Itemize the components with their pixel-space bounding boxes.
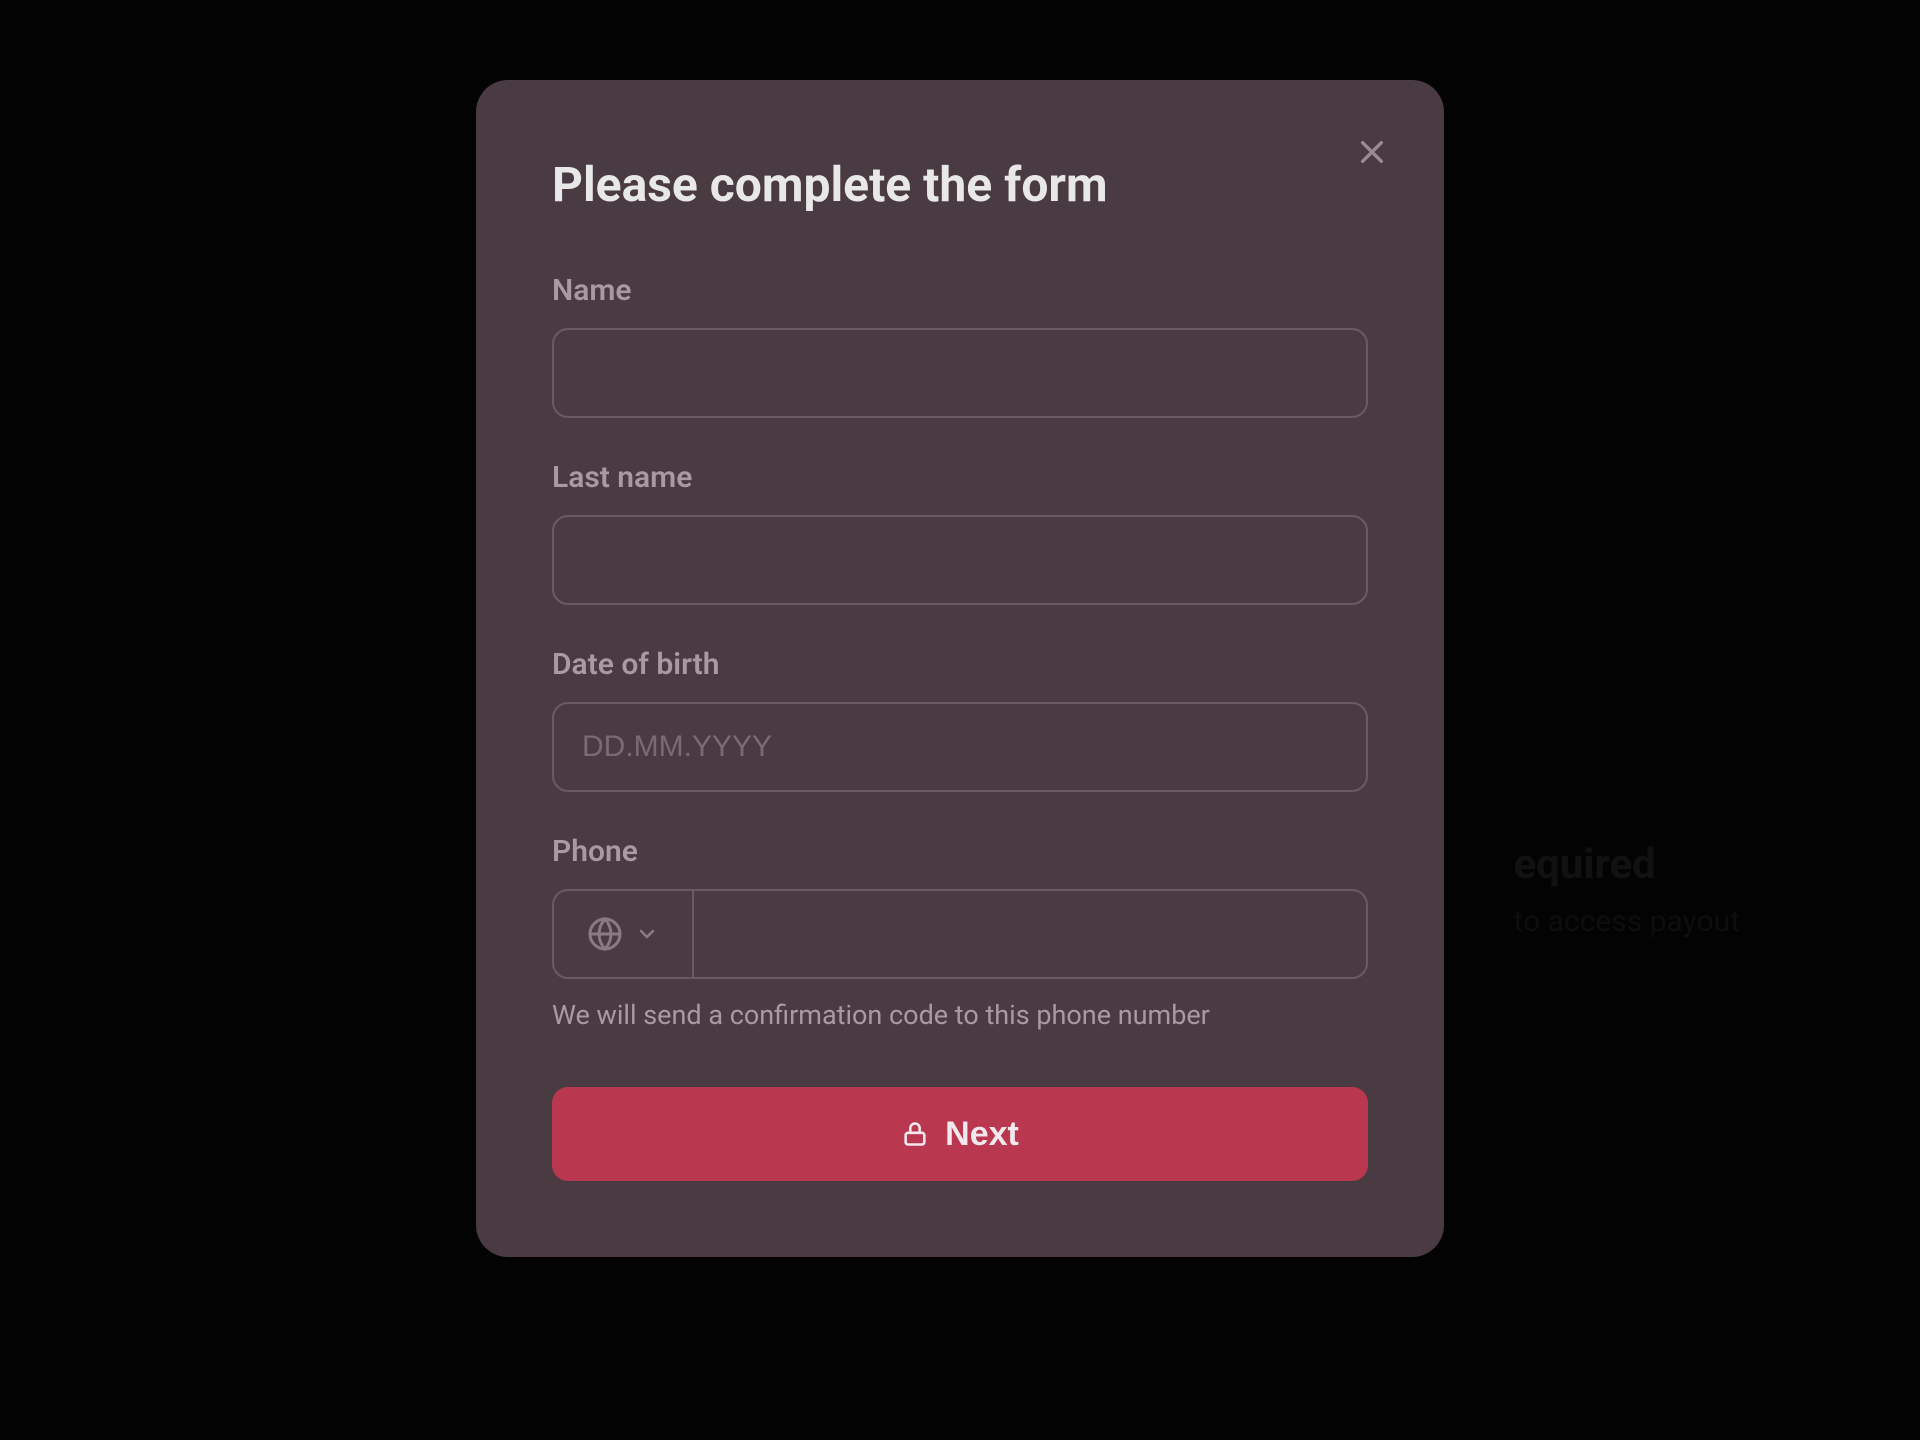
modal-title: Please complete the form <box>552 156 1368 213</box>
globe-icon <box>587 916 623 952</box>
name-field-group: Name <box>552 273 1368 418</box>
next-button[interactable]: Next <box>552 1087 1368 1181</box>
dob-field-group: Date of birth <box>552 647 1368 792</box>
dob-input[interactable] <box>552 702 1368 792</box>
lastname-label: Last name <box>552 460 1368 495</box>
phone-label: Phone <box>552 834 1368 869</box>
lastname-field-group: Last name <box>552 460 1368 605</box>
phone-input-row <box>552 889 1368 979</box>
chevron-down-icon <box>635 922 659 946</box>
name-input[interactable] <box>552 328 1368 418</box>
phone-field-group: Phone We will send a confirmation code t… <box>552 834 1368 1031</box>
close-icon <box>1356 136 1388 168</box>
phone-helper-text: We will send a confirmation code to this… <box>552 999 1368 1031</box>
lock-icon <box>901 1120 929 1148</box>
next-button-label: Next <box>945 1115 1019 1154</box>
name-label: Name <box>552 273 1368 308</box>
form-modal: Please complete the form Name Last name … <box>476 80 1444 1257</box>
dob-label: Date of birth <box>552 647 1368 682</box>
country-code-selector[interactable] <box>554 891 694 977</box>
lastname-input[interactable] <box>552 515 1368 605</box>
phone-input[interactable] <box>694 891 1366 977</box>
close-button[interactable] <box>1348 128 1396 176</box>
